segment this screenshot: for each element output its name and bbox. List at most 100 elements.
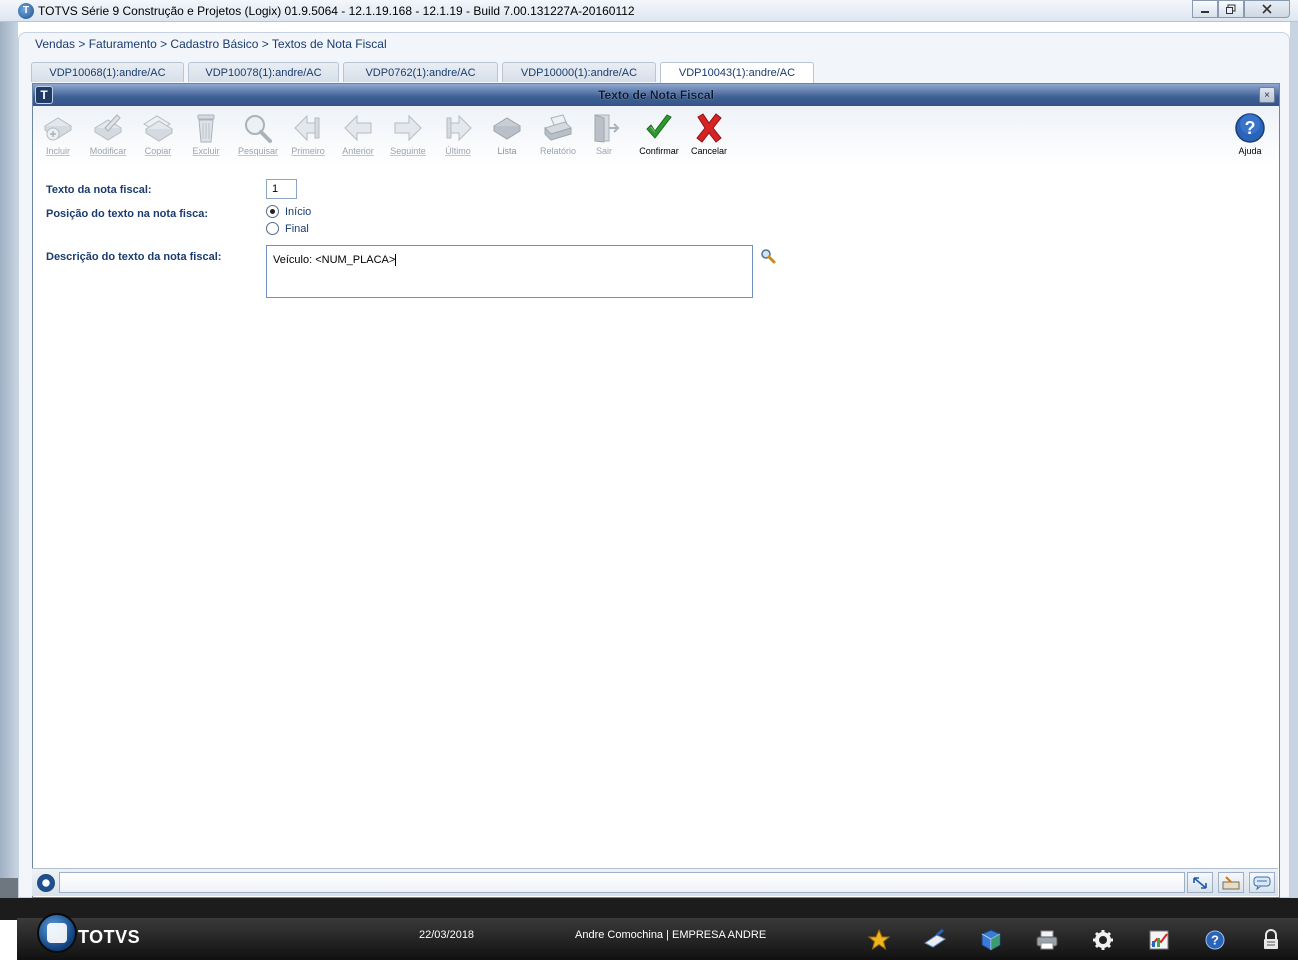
copiar-label: Copiar xyxy=(144,146,172,156)
svg-text:?: ? xyxy=(1245,118,1256,138)
modificar-label: Modificar xyxy=(89,146,127,156)
tab-vdp10043[interactable]: VDP10043(1):andre/AC xyxy=(660,62,814,83)
confirmar-button[interactable]: Confirmar xyxy=(635,112,683,162)
gear-icon[interactable] xyxy=(1091,928,1115,952)
restore-icon xyxy=(1226,4,1236,14)
last-icon xyxy=(441,112,475,144)
confirmar-label: Confirmar xyxy=(639,146,679,156)
edit-document-icon xyxy=(91,112,125,144)
checkmark-icon xyxy=(642,112,676,144)
tab-vdp10078[interactable]: VDP10078(1):andre/AC xyxy=(188,62,339,82)
anterior-button[interactable]: Anterior xyxy=(334,112,382,162)
sair-button[interactable]: Sair xyxy=(580,112,628,162)
ultimo-button[interactable]: Último xyxy=(434,112,482,162)
favorites-star-icon[interactable] xyxy=(867,928,891,952)
posicao-label: Posição do texto na nota fisca: xyxy=(46,208,208,220)
radio-final-circle[interactable] xyxy=(266,222,279,235)
tab-vdp10068[interactable]: VDP10068(1):andre/AC xyxy=(31,62,184,82)
cube-icon[interactable] xyxy=(979,928,1003,952)
relatorio-button[interactable]: Relatório xyxy=(534,112,582,162)
totvs-small-icon: T xyxy=(35,86,53,104)
modificar-button[interactable]: Modificar xyxy=(84,112,132,162)
list-icon xyxy=(490,112,524,144)
descricao-label: Descrição do texto da nota fiscal: xyxy=(46,251,222,263)
add-document-icon xyxy=(41,112,75,144)
totvs-brand: TOTVS xyxy=(78,927,141,947)
copiar-button[interactable]: Copiar xyxy=(134,112,182,162)
maximize-button[interactable] xyxy=(1218,0,1244,18)
ajuda-label: Ajuda xyxy=(1238,146,1262,156)
chart-icon[interactable] xyxy=(1147,928,1171,952)
pesquisar-button[interactable]: Pesquisar xyxy=(234,112,282,162)
statusbar-bg xyxy=(32,868,1278,896)
radio-inicio-circle[interactable] xyxy=(266,205,279,218)
taskbar-strip xyxy=(0,898,1298,920)
window-titlebar: T TOTVS Série 9 Construção e Projetos (L… xyxy=(0,0,1298,22)
action-toolbar: Incluir Modificar Copiar Excluir Pesquis… xyxy=(33,106,1279,164)
primeiro-button[interactable]: Primeiro xyxy=(284,112,332,162)
cancelar-button[interactable]: Cancelar xyxy=(685,112,733,162)
excluir-label: Excluir xyxy=(192,146,220,156)
resize-button[interactable] xyxy=(1187,872,1213,893)
minimize-icon xyxy=(1201,11,1209,13)
lista-button[interactable]: Lista xyxy=(483,112,531,162)
search-icon xyxy=(241,112,275,144)
keyboard-icon xyxy=(1222,875,1240,889)
chat-button[interactable] xyxy=(1249,872,1275,893)
taskbar-help-icon[interactable]: ? xyxy=(1203,928,1227,952)
close-icon xyxy=(1262,4,1272,14)
keyboard-button[interactable] xyxy=(1218,872,1244,893)
excluir-button[interactable]: Excluir xyxy=(182,112,230,162)
window-controls xyxy=(1192,0,1290,18)
next-icon xyxy=(391,112,425,144)
radio-final-label: Final xyxy=(285,222,309,235)
text-caret xyxy=(395,254,397,267)
dialog-statusbar xyxy=(32,868,1280,898)
radio-final[interactable]: Final xyxy=(266,222,309,235)
breadcrumb[interactable]: Vendas > Faturamento > Cadastro Básico >… xyxy=(35,37,387,51)
pesquisar-label: Pesquisar xyxy=(237,146,279,156)
radio-inicio[interactable]: Início xyxy=(266,205,311,218)
dialog-window: T Texto de Nota Fiscal × Incluir Modific… xyxy=(32,83,1280,898)
close-icon: × xyxy=(1264,89,1270,101)
incluir-button[interactable]: Incluir xyxy=(34,112,82,162)
status-indicator-icon[interactable] xyxy=(37,874,55,892)
radio-inicio-label: Início xyxy=(285,205,312,218)
frame-gap xyxy=(0,878,18,898)
ajuda-button[interactable]: ? Ajuda xyxy=(1226,112,1274,162)
taskbar-printer-icon[interactable] xyxy=(1035,928,1059,952)
anterior-label: Anterior xyxy=(342,146,374,156)
dialog-title: Texto de Nota Fiscal xyxy=(598,88,714,102)
cancel-x-icon xyxy=(692,112,726,144)
first-icon xyxy=(291,112,325,144)
brush-icon[interactable] xyxy=(923,928,947,952)
zoom-search-icon[interactable] xyxy=(760,248,776,264)
radio-selected-dot xyxy=(270,209,275,214)
seguinte-button[interactable]: Seguinte xyxy=(384,112,432,162)
outer-frame-right xyxy=(1290,22,1298,922)
lock-icon[interactable] xyxy=(1259,928,1283,952)
close-button[interactable] xyxy=(1244,0,1290,18)
trash-icon xyxy=(189,112,223,144)
cancelar-label: Cancelar xyxy=(690,146,728,156)
outer-frame-left xyxy=(0,22,18,878)
descricao-textarea[interactable]: Veículo: <NUM_PLACA> xyxy=(266,245,753,298)
texto-input[interactable]: 1 xyxy=(266,179,297,199)
chat-bubble-icon xyxy=(1253,876,1271,890)
ultimo-label: Último xyxy=(445,146,471,156)
printer-icon xyxy=(541,112,575,144)
minimize-button[interactable] xyxy=(1192,0,1218,18)
tab-vdp10000[interactable]: VDP10000(1):andre/AC xyxy=(502,62,656,82)
totvs-logo-icon[interactable] xyxy=(37,913,77,953)
copy-document-icon xyxy=(141,112,175,144)
program-tabs: VDP10068(1):andre/AC VDP10078(1):andre/A… xyxy=(31,62,814,83)
status-message-field xyxy=(59,872,1185,893)
dialog-close-button[interactable]: × xyxy=(1259,87,1275,103)
seguinte-label: Seguinte xyxy=(390,146,426,156)
lista-label: Lista xyxy=(497,146,517,156)
totvs-logo-mark xyxy=(47,923,67,943)
tab-vdp0762[interactable]: VDP0762(1):andre/AC xyxy=(343,62,498,82)
svg-text:?: ? xyxy=(1211,933,1219,948)
previous-icon xyxy=(341,112,375,144)
primeiro-label: Primeiro xyxy=(291,146,325,156)
